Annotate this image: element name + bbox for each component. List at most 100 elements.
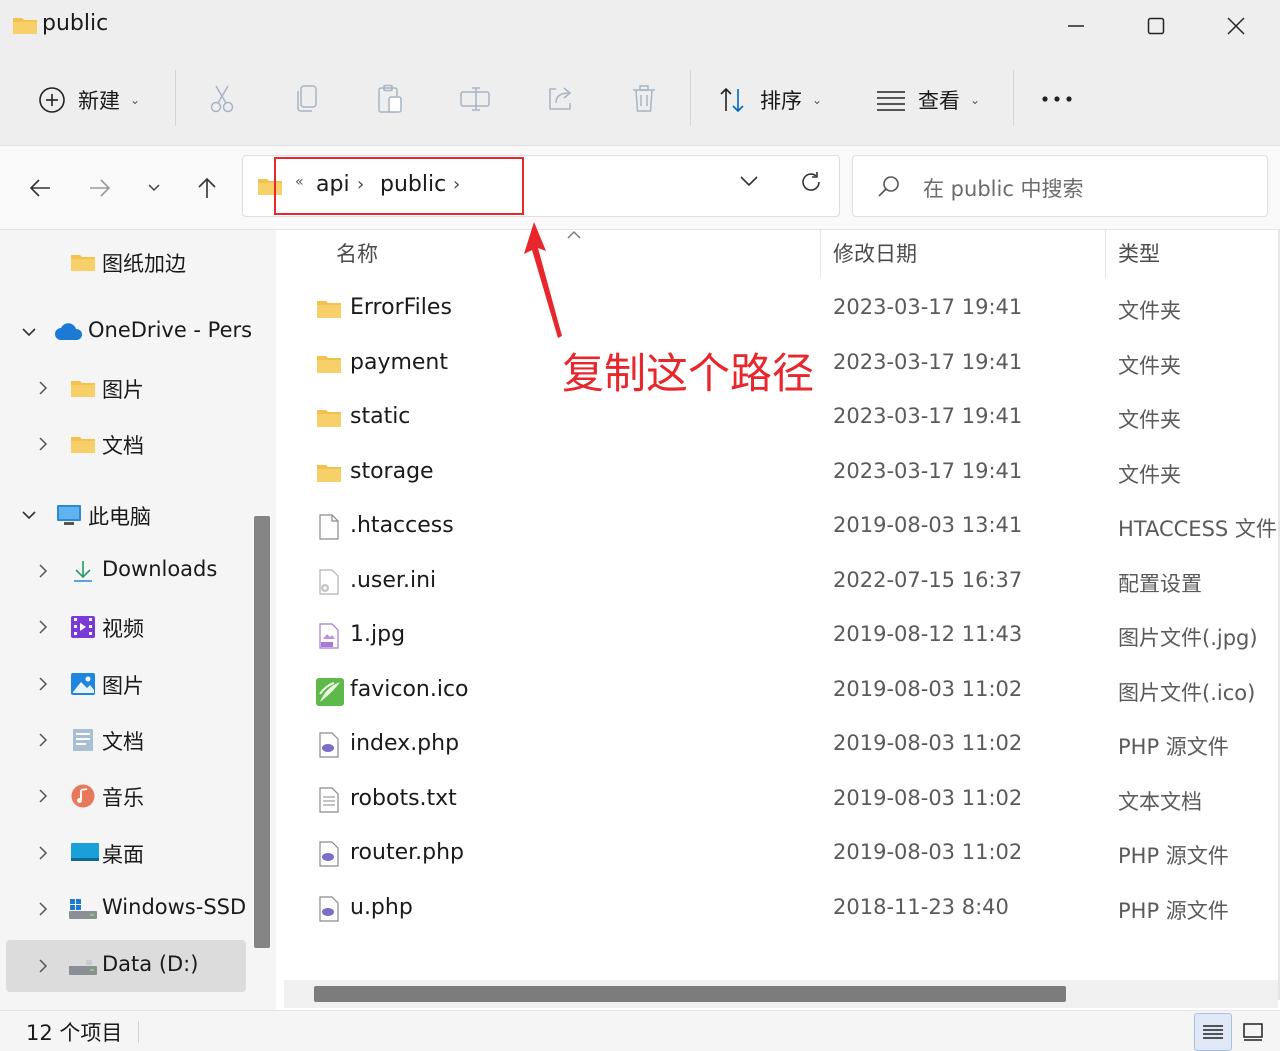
recent-locations-button[interactable]	[136, 170, 172, 206]
sidebar-item-this-pc[interactable]: 此电脑	[6, 489, 246, 541]
sidebar-item-drawing-folder[interactable]: 图纸加边	[6, 236, 246, 288]
sidebar-item-label: 图纸加边	[102, 252, 186, 276]
share-button[interactable]	[543, 82, 577, 116]
sort-button[interactable]: 排序 ⌄	[718, 78, 822, 122]
file-date: 2023-03-17 19:41	[833, 459, 1023, 483]
file-row-htaccess[interactable]: .htaccess 2019-08-03 13:41 HTACCESS 文件	[276, 500, 1280, 554]
file-date: 2019-08-03 11:02	[833, 840, 1023, 864]
view-button[interactable]: 查看 ⌄	[876, 78, 980, 122]
horizontal-scrollbar-thumb[interactable]	[314, 986, 1066, 1002]
file-date: 2018-11-23 8:40	[833, 895, 1009, 919]
file-date: 2023-03-17 19:41	[833, 295, 1023, 319]
file-type: 文件夹	[1118, 408, 1181, 432]
file-name: index.php	[350, 731, 460, 756]
maximize-button[interactable]	[1116, 0, 1196, 52]
sidebar-item-videos[interactable]: 视频	[6, 601, 246, 653]
sidebar-item-label: Data (D:)	[102, 952, 199, 976]
chevron-right-icon[interactable]	[36, 786, 50, 806]
toolbar-divider	[175, 70, 176, 126]
sidebar-item-documents[interactable]: 文档	[6, 714, 246, 766]
chevron-right-icon[interactable]	[36, 899, 50, 919]
chevron-down-icon[interactable]	[22, 505, 36, 525]
rename-button[interactable]	[458, 82, 492, 116]
sidebar-item-label: 文档	[102, 730, 144, 754]
folder-icon	[71, 255, 95, 271]
sidebar-item-downloads[interactable]: Downloads	[6, 545, 246, 597]
sidebar-item-onedrive[interactable]: OneDrive - Pers	[6, 306, 252, 358]
jpg-file-icon	[319, 623, 339, 649]
chevron-right-icon[interactable]	[36, 843, 50, 863]
copy-icon	[297, 85, 317, 112]
maximize-icon	[1147, 17, 1165, 35]
file-type: 图片文件(.ico)	[1118, 681, 1256, 705]
sidebar-item-label: 桌面	[102, 843, 144, 867]
chevron-right-icon[interactable]	[36, 434, 50, 454]
desktop-icon	[71, 843, 99, 861]
up-button[interactable]	[189, 170, 225, 206]
title-bar: public	[0, 0, 1280, 58]
back-button[interactable]	[22, 170, 58, 206]
file-row-errorfiles[interactable]: ErrorFiles 2023-03-17 19:41 文件夹	[276, 282, 1280, 336]
chevron-right-icon[interactable]	[36, 378, 50, 398]
file-name: static	[350, 404, 411, 429]
more-options-button[interactable]	[1040, 82, 1074, 116]
file-type: PHP 源文件	[1118, 844, 1229, 868]
file-row-user-ini[interactable]: .user.ini 2022-07-15 16:37 配置设置	[276, 555, 1280, 609]
file-row-robots-txt[interactable]: robots.txt 2019-08-03 11:02 文本文档	[276, 773, 1280, 827]
folder-icon	[317, 410, 341, 427]
sidebar-item-desktop[interactable]: 桌面	[6, 827, 246, 879]
minimize-button[interactable]	[1036, 0, 1116, 52]
chevron-down-icon: ⌄	[130, 93, 141, 107]
drive-icon	[69, 960, 97, 975]
cut-button[interactable]	[205, 82, 239, 116]
chevron-right-icon[interactable]	[36, 730, 50, 750]
column-divider[interactable]	[820, 230, 821, 278]
php-file-icon	[319, 841, 339, 867]
close-button[interactable]	[1196, 0, 1276, 52]
copy-button[interactable]	[290, 82, 324, 116]
delete-button[interactable]	[627, 82, 661, 116]
file-type: 文本文档	[1118, 790, 1202, 814]
chevron-down-icon[interactable]	[22, 322, 36, 342]
column-header-type[interactable]: 类型	[1118, 238, 1160, 268]
paste-button[interactable]	[373, 82, 407, 116]
sidebar-item-label: 图片	[102, 674, 144, 698]
file-row-1-jpg[interactable]: 1.jpg 2019-08-12 11:43 图片文件(.jpg)	[276, 609, 1280, 663]
sidebar-item-label: 图片	[102, 378, 144, 402]
chevron-right-icon[interactable]	[36, 674, 50, 694]
monitor-icon	[57, 505, 81, 525]
file-row-index-php[interactable]: index.php 2019-08-03 11:02 PHP 源文件	[276, 718, 1280, 772]
chevron-down-icon[interactable]	[739, 174, 759, 188]
file-date: 2019-08-03 11:02	[833, 731, 1023, 755]
search-box[interactable]: 在 public 中搜索	[852, 155, 1268, 217]
details-view-button[interactable]	[1194, 1013, 1232, 1051]
chevron-down-icon: ⌄	[970, 93, 981, 107]
sidebar-item-onedrive-documents[interactable]: 文档	[6, 418, 246, 470]
search-input[interactable]: 在 public 中搜索	[923, 173, 1084, 203]
file-row-router-php[interactable]: router.php 2019-08-03 11:02 PHP 源文件	[276, 827, 1280, 881]
preview-view-button[interactable]	[1234, 1013, 1272, 1051]
sidebar-item-windows-ssd[interactable]: Windows-SSD	[6, 883, 246, 935]
chevron-right-icon[interactable]	[36, 956, 50, 976]
refresh-icon[interactable]	[799, 170, 823, 194]
new-button[interactable]: 新建 ⌄	[38, 78, 140, 122]
sidebar-item-onedrive-pictures[interactable]: 图片	[6, 362, 246, 414]
sidebar-item-music[interactable]: 音乐	[6, 770, 246, 822]
sidebar-item-pictures[interactable]: 图片	[6, 658, 246, 710]
chevron-right-icon[interactable]	[36, 561, 50, 581]
column-header-date[interactable]: 修改日期	[833, 238, 917, 268]
file-date: 2019-08-12 11:43	[833, 622, 1023, 646]
file-name: payment	[350, 350, 449, 375]
command-bar: 新建 ⌄ 排序 ⌄ 查看 ⌄	[0, 58, 1280, 146]
chevron-down-icon	[148, 184, 160, 192]
file-row-u-php[interactable]: u.php 2018-11-23 8:40 PHP 源文件	[276, 882, 1280, 936]
sidebar-item-data-drive[interactable]: Data (D:)	[6, 940, 246, 992]
forward-button[interactable]	[82, 170, 118, 206]
sidebar-scrollbar[interactable]	[254, 516, 270, 948]
column-divider[interactable]	[1105, 230, 1106, 278]
file-row-favicon[interactable]: favicon.ico 2019-08-03 11:02 图片文件(.ico)	[276, 664, 1280, 718]
new-label: 新建	[78, 89, 120, 113]
column-header-name[interactable]: 名称	[336, 238, 378, 268]
file-row-storage[interactable]: storage 2023-03-17 19:41 文件夹	[276, 446, 1280, 500]
chevron-right-icon[interactable]	[36, 617, 50, 637]
